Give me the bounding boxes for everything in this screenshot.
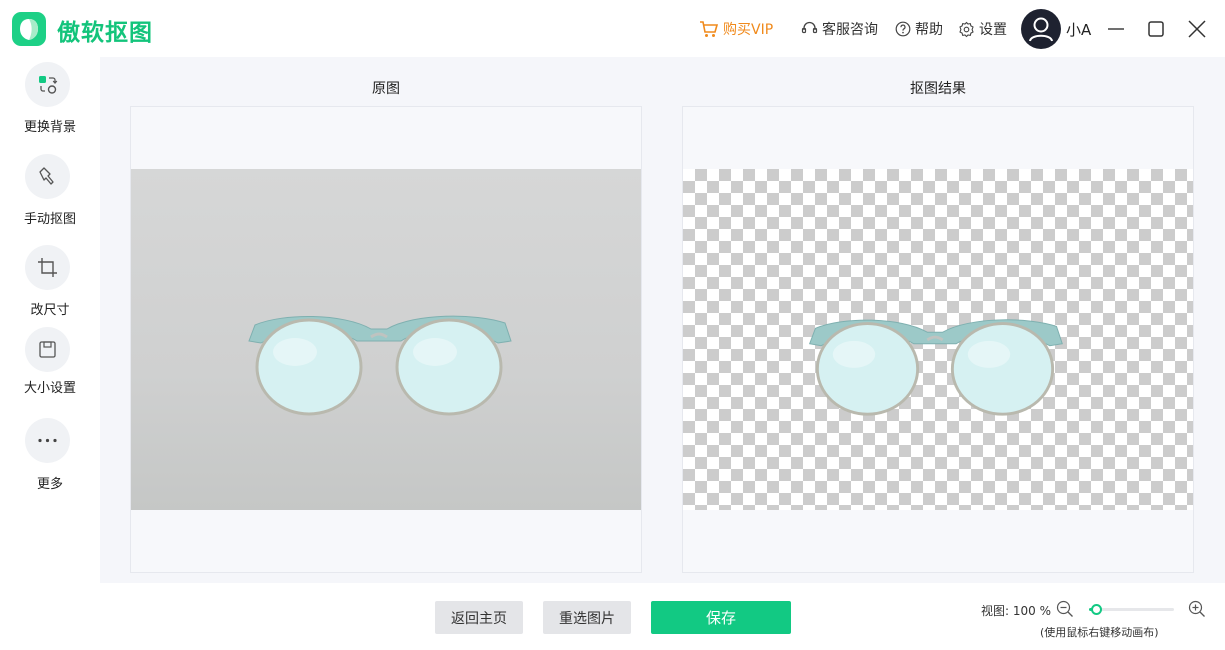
workspace: 原图 抠图结果: [100, 57, 1225, 583]
help-label: 帮助: [915, 22, 943, 38]
help-button[interactable]: 帮助: [895, 18, 943, 40]
sidebar-item-label: 改尺寸: [30, 303, 70, 318]
app-title: 傲软抠图: [57, 20, 153, 46]
sidebar-item-manual-cutout[interactable]: 手动抠图: [0, 154, 100, 234]
sidebar-item-label: 更换背景: [23, 120, 76, 135]
result-image: [683, 169, 1193, 510]
sidebar-item-label: 更多: [36, 477, 63, 492]
sidebar-icon-circle: [25, 245, 70, 290]
maximize-icon: [1148, 21, 1164, 37]
sidebar-icon-circle: [25, 327, 70, 372]
bottom-toolbar: 返回主页 重选图片 保存 视图: 100 % (使用鼠标右键移动画布): [0, 583, 1225, 650]
customer-service-button[interactable]: 客服咨询: [801, 18, 878, 40]
cart-icon: [700, 21, 719, 37]
sidebar-icon-circle: [25, 418, 70, 463]
manual-cutout-icon: [39, 167, 54, 185]
sidebar-icon-circle: [25, 62, 70, 107]
zoom-slider-thumb[interactable]: [1091, 604, 1102, 615]
original-image: [131, 169, 641, 510]
original-panel-title: 原图: [372, 81, 400, 97]
zoom-in-icon: [1188, 600, 1205, 617]
sidebar-item-label: 手动抠图: [23, 212, 76, 227]
gear-icon: [959, 21, 974, 37]
swap-background-icon: [39, 76, 58, 94]
save-button[interactable]: 保存: [651, 601, 791, 634]
settings-button[interactable]: 设置: [958, 18, 1007, 40]
minimize-icon: [1108, 28, 1124, 30]
buy-vip-label: 购买VIP: [723, 22, 774, 38]
close-button[interactable]: [1185, 17, 1209, 41]
close-icon: [1188, 20, 1206, 38]
title-bar: 傲软抠图 购买VIP 客服咨询 帮助 设置 小A: [0, 0, 1225, 57]
sidebar-item-change-background[interactable]: 更换背景: [0, 62, 100, 142]
result-panel-title: 抠图结果: [910, 81, 966, 97]
customer-service-label: 客服咨询: [822, 22, 878, 38]
minimize-button[interactable]: [1104, 17, 1128, 41]
zoom-out-button[interactable]: [1056, 600, 1074, 622]
headset-icon: [801, 21, 818, 34]
back-home-button[interactable]: 返回主页: [435, 601, 523, 634]
avatar[interactable]: [1021, 9, 1061, 49]
sunglasses-image: [248, 315, 512, 416]
buy-vip-button[interactable]: 购买VIP: [699, 18, 773, 40]
username[interactable]: 小A: [1066, 19, 1091, 40]
settings-label: 设置: [979, 22, 1007, 38]
file-size-icon: [39, 341, 56, 358]
sidebar-item-more[interactable]: 更多: [0, 418, 100, 498]
maximize-button[interactable]: [1144, 17, 1168, 41]
sidebar: 更换背景 手动抠图 改尺寸 大小设置 更多: [0, 57, 100, 650]
more-dots-icon: [38, 438, 57, 443]
app-logo-icon: [12, 12, 46, 46]
sunglasses-cutout-image: [808, 319, 1063, 416]
help-icon: [895, 21, 911, 37]
sidebar-icon-circle: [25, 154, 70, 199]
canvas-move-hint: (使用鼠标右键移动画布): [1040, 626, 1159, 639]
zoom-slider[interactable]: [1089, 604, 1174, 615]
sidebar-item-resize[interactable]: 改尺寸: [0, 245, 100, 325]
zoom-in-button[interactable]: [1188, 600, 1206, 622]
user-icon: [1029, 17, 1053, 42]
sidebar-item-size-settings[interactable]: 大小设置: [0, 327, 100, 407]
reselect-image-button[interactable]: 重选图片: [543, 601, 631, 634]
result-image-panel[interactable]: [682, 106, 1194, 573]
zoom-out-icon: [1056, 600, 1073, 617]
sidebar-item-label: 大小设置: [23, 381, 76, 396]
zoom-level-label: 视图: 100 %: [981, 604, 1051, 618]
original-image-panel[interactable]: [130, 106, 642, 573]
crop-icon: [38, 258, 57, 277]
